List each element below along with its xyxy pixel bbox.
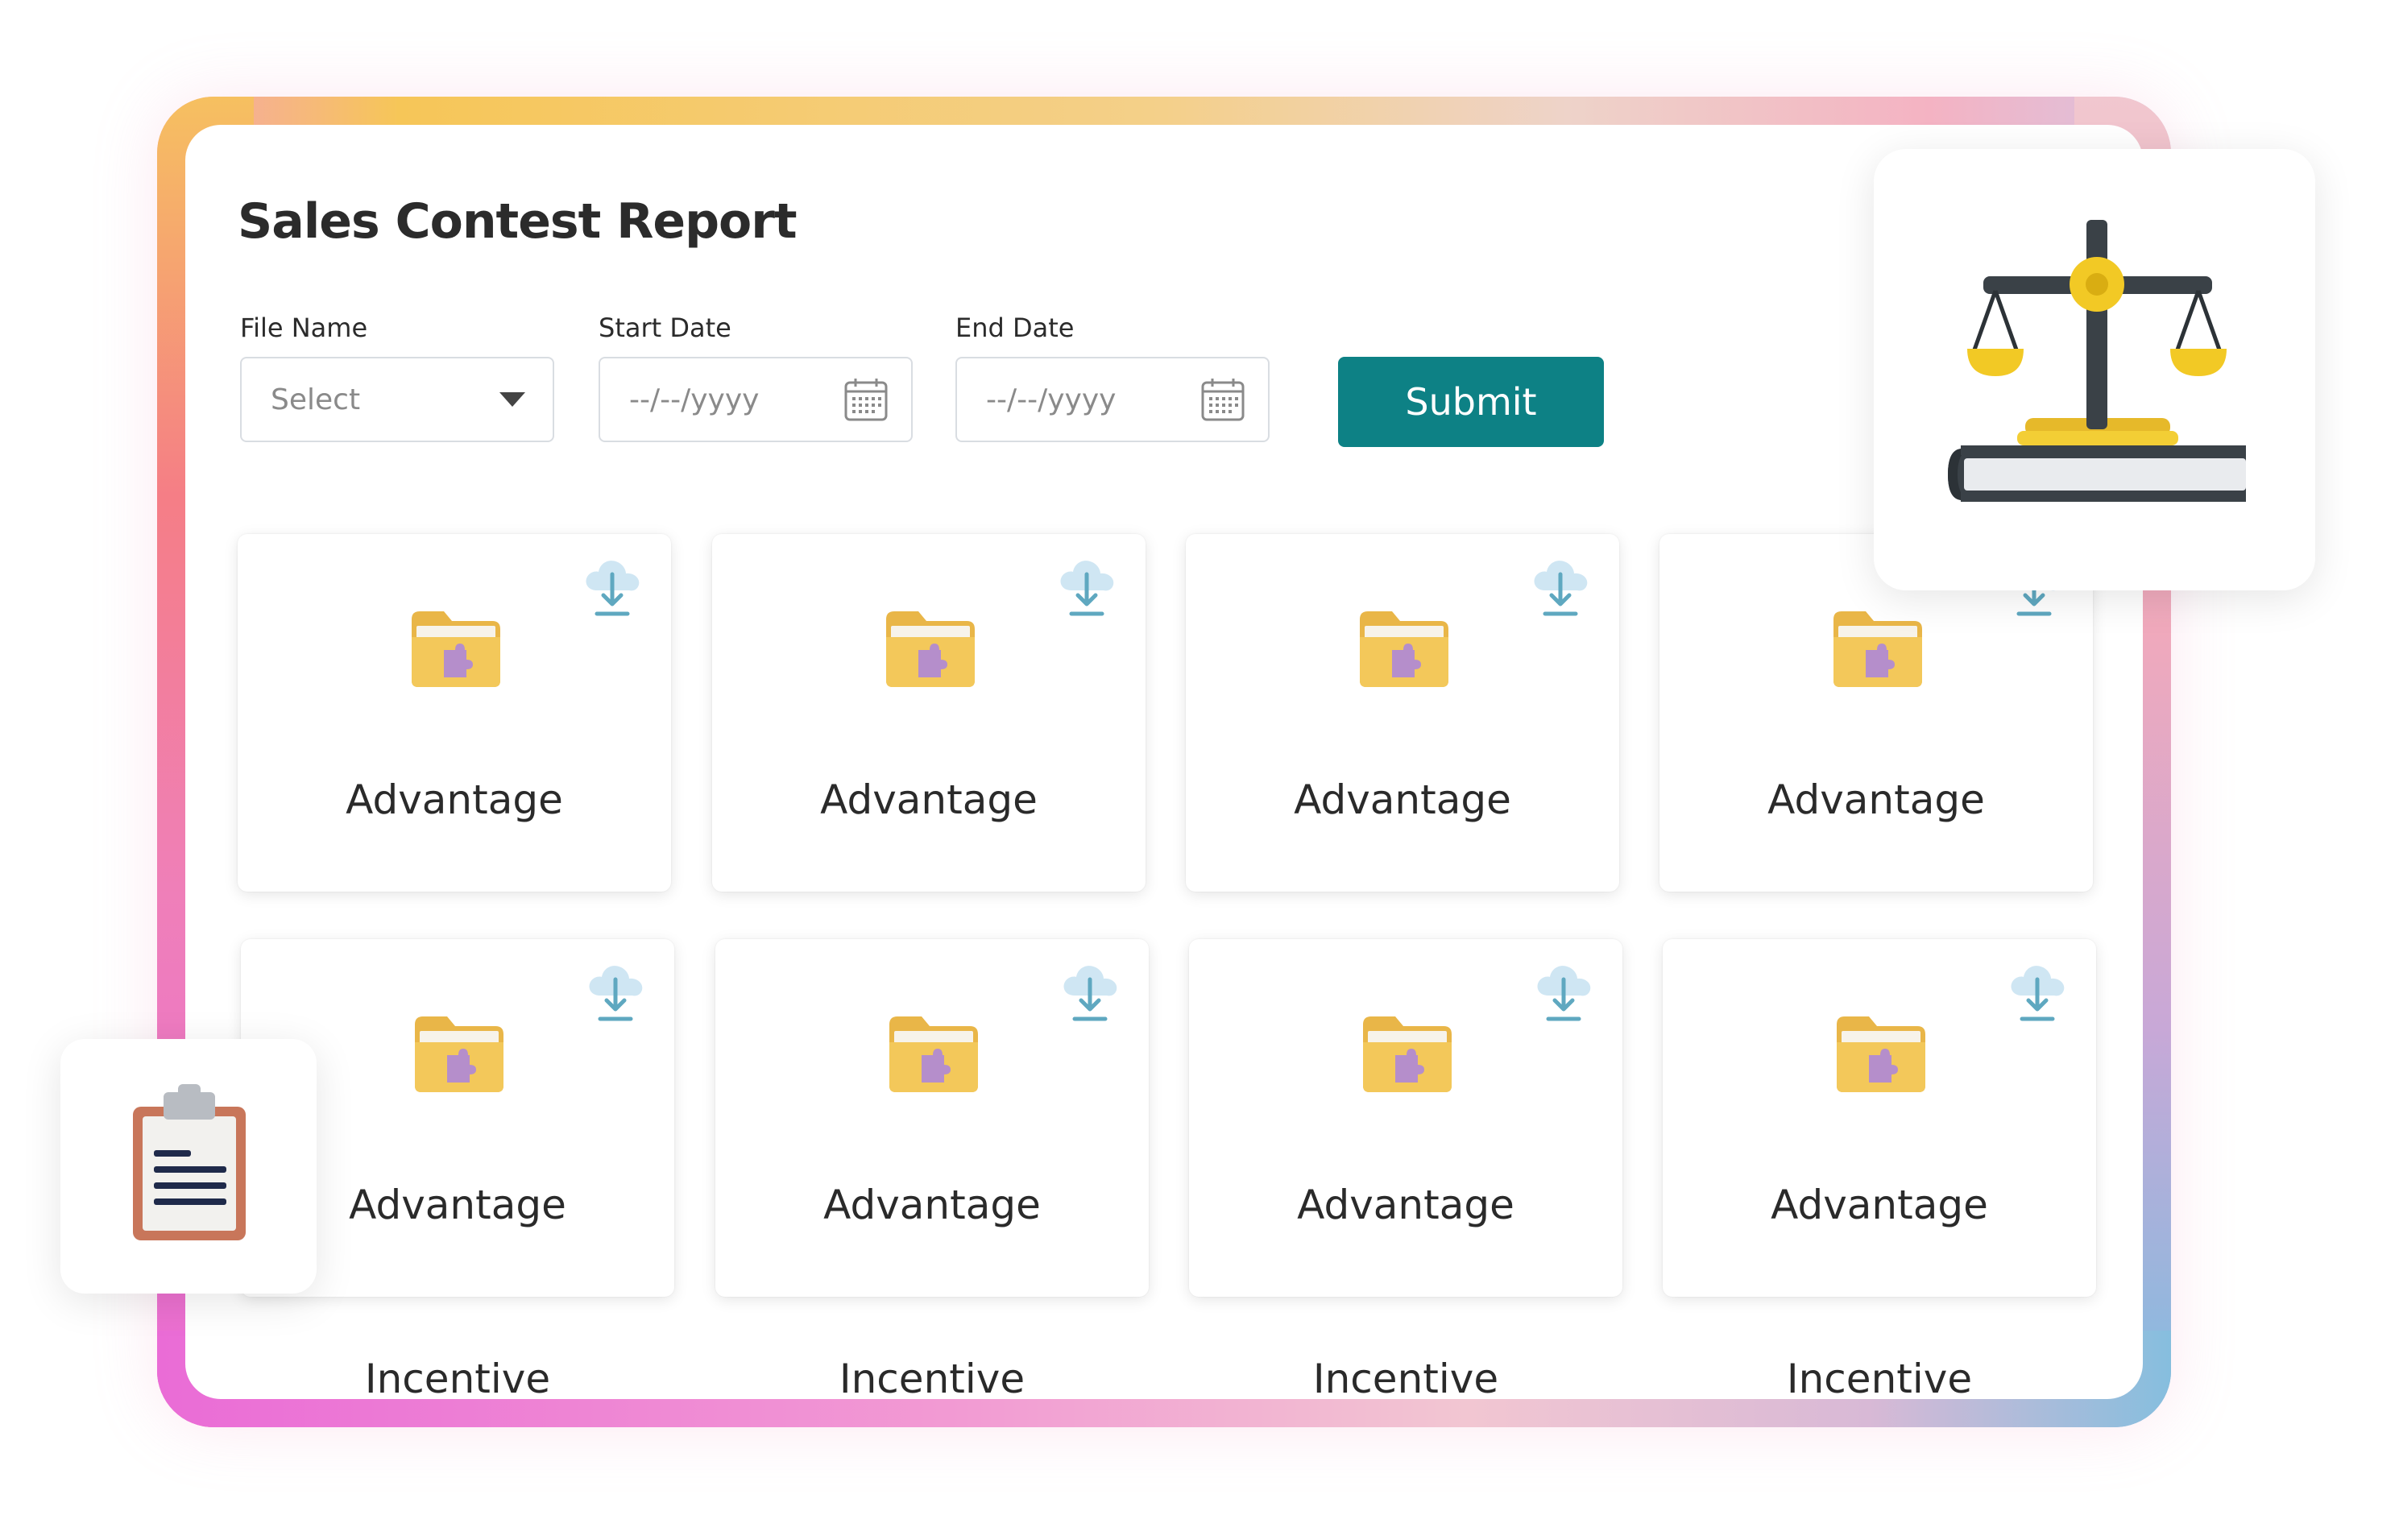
submit-button[interactable]: Submit <box>1338 357 1604 447</box>
chevron-down-icon <box>499 392 525 407</box>
folder-icon <box>886 611 975 687</box>
file-card-title: Advantage Incentive <box>1679 1118 2080 1408</box>
folder-icon <box>1360 611 1448 687</box>
start-date-label: Start Date <box>599 313 731 343</box>
file-card-title-line2: Incentive <box>839 1356 1025 1402</box>
calendar-icon[interactable] <box>843 377 889 422</box>
end-date-input[interactable]: --/--/yyyy <box>955 357 1270 442</box>
cloud-download-icon[interactable] <box>586 960 645 1025</box>
file-card-title: Advantage Incentive <box>1205 1118 1606 1408</box>
start-date-input[interactable]: --/--/yyyy <box>599 357 913 442</box>
cloud-download-icon[interactable] <box>1060 960 1120 1025</box>
folder-icon <box>412 611 500 687</box>
cloud-download-icon[interactable] <box>582 555 642 619</box>
file-card-title-line2: Incentive <box>364 1356 551 1402</box>
file-name-label: File Name <box>240 313 368 343</box>
file-card[interactable]: Advantage Incentive <box>712 534 1146 997</box>
cloud-download-icon[interactable] <box>1534 960 1593 1025</box>
cloud-download-icon[interactable] <box>1057 555 1117 619</box>
file-card-title-line1: Advantage <box>346 776 563 823</box>
file-card-title: Advantage Incentive <box>731 1118 1133 1408</box>
file-name-select[interactable]: Select <box>240 357 554 442</box>
cloud-download-icon[interactable] <box>1531 555 1590 619</box>
clipboard-icon <box>133 1084 246 1240</box>
file-card-title-line1: Advantage <box>1767 776 1985 823</box>
file-card-title-line1: Advantage <box>1771 1182 1988 1228</box>
file-card[interactable]: Advantage Incentive <box>238 534 671 997</box>
file-name-placeholder: Select <box>271 383 361 416</box>
calendar-icon[interactable] <box>1200 377 1245 422</box>
folder-icon <box>1837 1016 1925 1092</box>
file-card-title: Advantage Incentive <box>257 1118 658 1408</box>
end-date-label: End Date <box>955 313 1075 343</box>
folder-icon <box>889 1016 978 1092</box>
file-card-title-line2: Incentive <box>1786 1356 1973 1402</box>
end-date-placeholder: --/--/yyyy <box>986 383 1117 416</box>
file-card-title-line1: Advantage <box>349 1182 566 1228</box>
folder-icon <box>415 1016 503 1092</box>
file-card[interactable]: Advantage Incentive <box>1663 939 2096 1402</box>
folder-icon <box>1363 1016 1452 1092</box>
scales-of-justice-icon <box>1948 220 2246 502</box>
clipboard-card <box>60 1039 317 1294</box>
folder-icon <box>1833 611 1922 687</box>
page-title: Sales Contest Report <box>238 193 798 250</box>
cloud-download-icon[interactable] <box>2007 960 2067 1025</box>
file-card[interactable]: Advantage Incentive <box>1186 534 1619 997</box>
file-card[interactable]: Advantage Incentive <box>1189 939 1622 1402</box>
start-date-placeholder: --/--/yyyy <box>629 383 760 416</box>
file-card[interactable]: Advantage Incentive <box>715 939 1149 1402</box>
file-card-title-line1: Advantage <box>1294 776 1511 823</box>
justice-card <box>1874 149 2315 590</box>
file-card-title-line2: Incentive <box>1312 1356 1499 1402</box>
file-card-title-line1: Advantage <box>823 1182 1041 1228</box>
file-card-title-line1: Advantage <box>1297 1182 1514 1228</box>
file-card-title-line1: Advantage <box>820 776 1038 823</box>
